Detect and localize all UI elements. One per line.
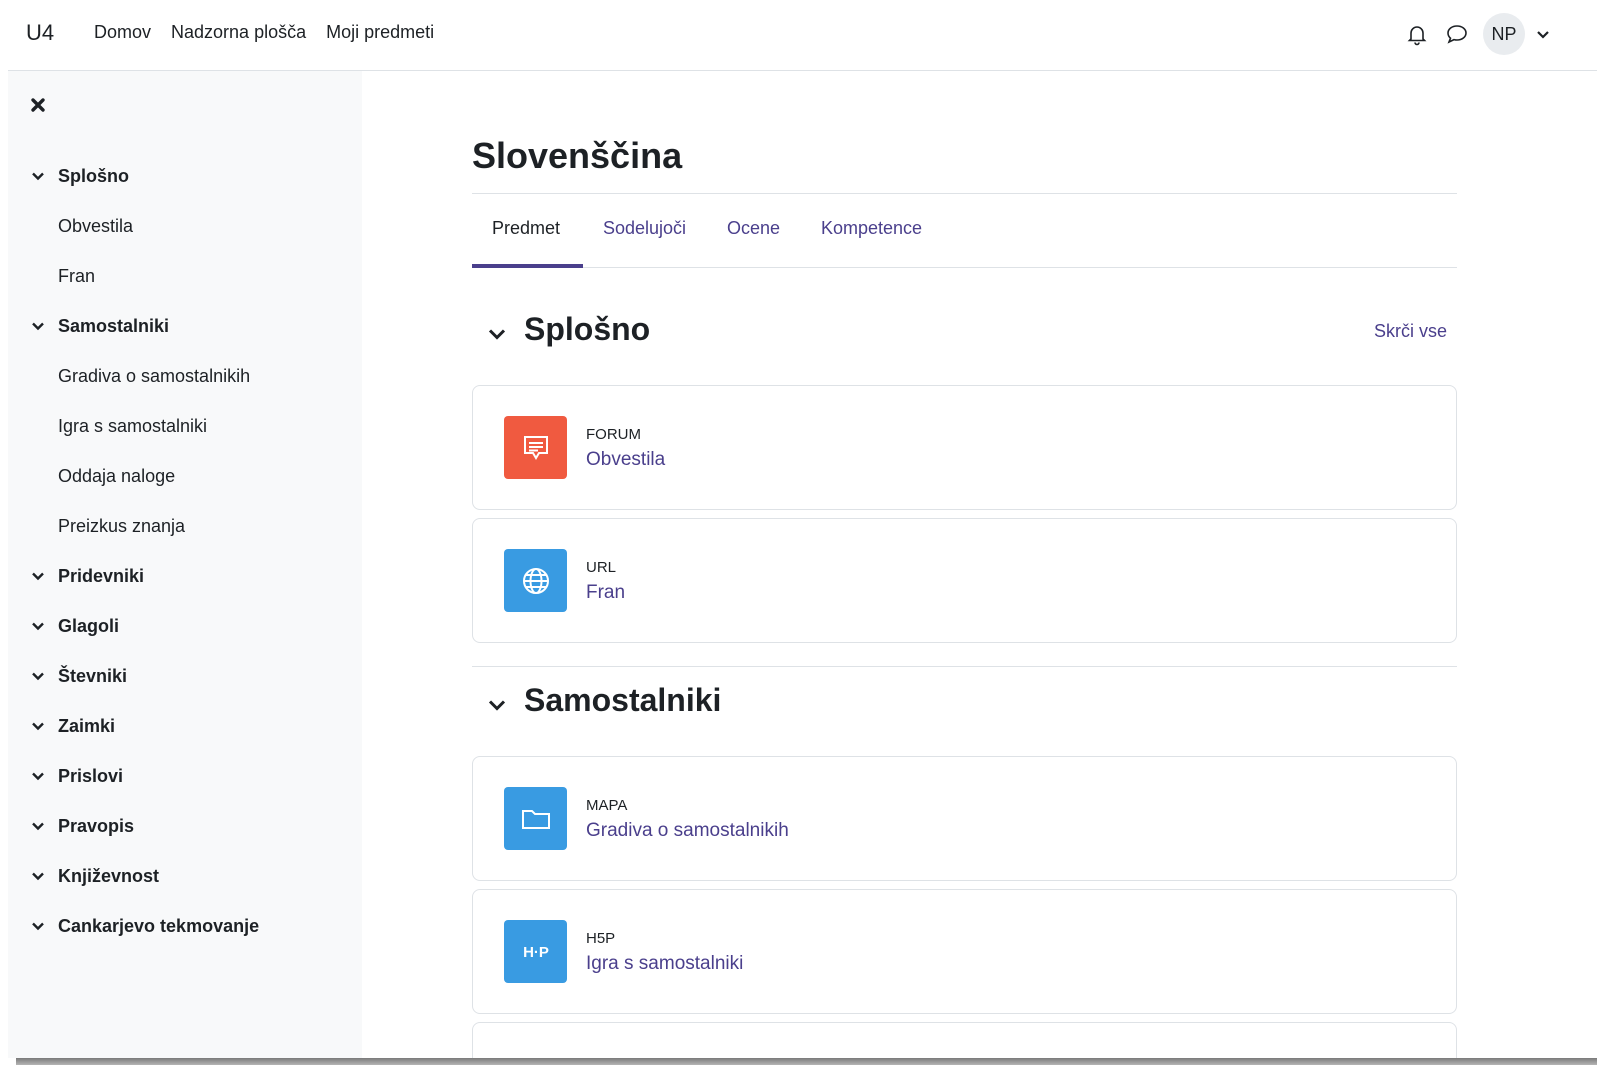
index-activity-obvestila[interactable]: Obvestila <box>8 201 362 251</box>
index-section-samostalniki[interactable]: Samostalniki <box>8 301 362 351</box>
index-section-stevniki[interactable]: Števniki <box>8 651 362 701</box>
course-tabs: Predmet Sodelujoči Ocene Kompetence <box>472 194 1457 268</box>
chevron-down-icon[interactable] <box>1535 26 1551 42</box>
section-title[interactable]: Samostalniki <box>524 682 721 719</box>
bell-icon[interactable] <box>1405 22 1429 46</box>
course-index: Splošno Obvestila Fran Samostalniki Grad… <box>8 151 362 951</box>
section-header-splosno: Splošno Skrči vse <box>472 305 1457 355</box>
chevron-down-icon[interactable] <box>30 318 46 334</box>
globe-icon <box>504 549 567 612</box>
section-title[interactable]: Splošno <box>524 311 650 348</box>
tab-ocene[interactable]: Ocene <box>727 218 780 239</box>
index-activity-label[interactable]: Obvestila <box>58 216 133 237</box>
section-header-samostalniki: Samostalniki <box>472 676 1457 726</box>
chevron-down-icon[interactable] <box>486 694 508 716</box>
section-divider <box>472 666 1457 667</box>
index-section-knjizevnost[interactable]: Književnost <box>8 851 362 901</box>
primary-navigation: Domov Nadzorna plošča Moji predmeti <box>94 22 434 43</box>
window-bottom-edge <box>16 1058 1597 1065</box>
index-activity-preizkus[interactable]: Preizkus znanja <box>8 501 362 551</box>
activity-type: URL <box>586 559 617 576</box>
chevron-down-icon[interactable] <box>30 818 46 834</box>
chevron-down-icon[interactable] <box>30 718 46 734</box>
chat-bubble-icon[interactable] <box>1445 22 1469 46</box>
activity-card-forum: FORUM Obvestila <box>472 385 1457 510</box>
index-section-cankarjevo[interactable]: Cankarjevo tekmovanje <box>8 901 362 951</box>
index-section-label[interactable]: Prislovi <box>58 766 123 787</box>
user-tools: NP <box>1397 12 1597 58</box>
collapse-all-link[interactable]: Skrči vse <box>1374 321 1447 342</box>
chevron-down-icon[interactable] <box>30 768 46 784</box>
page-title: Slovenščina <box>472 135 683 176</box>
activity-link[interactable]: Fran <box>586 582 625 604</box>
index-section-zaimki[interactable]: Zaimki <box>8 701 362 751</box>
index-activity-label[interactable]: Gradiva o samostalnikih <box>58 366 250 387</box>
site-brand[interactable]: U4 <box>26 20 54 46</box>
index-activity-oddaja[interactable]: Oddaja naloge <box>8 451 362 501</box>
activity-card-folder: MAPA Gradiva o samostalnikih <box>472 756 1457 881</box>
index-activity-igra[interactable]: Igra s samostalniki <box>8 401 362 451</box>
chevron-down-icon[interactable] <box>30 918 46 934</box>
index-activity-label[interactable]: Preizkus znanja <box>58 516 185 537</box>
chevron-down-icon[interactable] <box>30 668 46 684</box>
chevron-down-icon[interactable] <box>30 618 46 634</box>
chevron-down-icon[interactable] <box>30 168 46 184</box>
activity-type: MAPA <box>586 797 628 814</box>
active-tab-indicator <box>472 264 583 268</box>
svg-text:H·P: H·P <box>523 944 549 961</box>
chevron-down-icon[interactable] <box>30 868 46 884</box>
index-section-label[interactable]: Pridevniki <box>58 566 144 587</box>
top-navbar: U4 Domov Nadzorna plošča Moji predmeti N… <box>8 0 1597 71</box>
tab-kompetence[interactable]: Kompetence <box>821 218 922 239</box>
index-activity-fran[interactable]: Fran <box>8 251 362 301</box>
activity-card-h5p: H·P H5P Igra s samostalniki <box>472 889 1457 1014</box>
index-section-label[interactable]: Glagoli <box>58 616 119 637</box>
activity-link[interactable]: Obvestila <box>586 449 665 471</box>
course-index-drawer: Splošno Obvestila Fran Samostalniki Grad… <box>8 71 362 1058</box>
index-section-label[interactable]: Zaimki <box>58 716 115 737</box>
nav-link-my-courses[interactable]: Moji predmeti <box>326 22 434 43</box>
tab-predmet[interactable]: Predmet <box>492 218 560 239</box>
index-section-label[interactable]: Števniki <box>58 666 127 687</box>
index-activity-gradiva[interactable]: Gradiva o samostalnikih <box>8 351 362 401</box>
tab-sodelujoci[interactable]: Sodelujoči <box>603 218 686 239</box>
index-section-glagoli[interactable]: Glagoli <box>8 601 362 651</box>
index-section-pravopis[interactable]: Pravopis <box>8 801 362 851</box>
index-section-label[interactable]: Samostalniki <box>58 316 169 337</box>
activity-link[interactable]: Gradiva o samostalnikih <box>586 820 789 842</box>
index-section-pridevniki[interactable]: Pridevniki <box>8 551 362 601</box>
index-activity-label[interactable]: Oddaja naloge <box>58 466 175 487</box>
activity-type: H5P <box>586 930 616 947</box>
activity-type: FORUM <box>586 426 641 443</box>
index-section-label[interactable]: Splošno <box>58 166 129 187</box>
index-section-prislovi[interactable]: Prislovi <box>8 751 362 801</box>
nav-link-home[interactable]: Domov <box>94 22 151 43</box>
index-section-label[interactable]: Pravopis <box>58 816 134 837</box>
activity-card-url: URL Fran <box>472 518 1457 643</box>
chevron-down-icon[interactable] <box>30 568 46 584</box>
index-activity-label[interactable]: Igra s samostalniki <box>58 416 207 437</box>
index-section-label[interactable]: Cankarjevo tekmovanje <box>58 916 259 937</box>
activity-link[interactable]: Igra s samostalniki <box>586 953 743 975</box>
avatar[interactable]: NP <box>1483 13 1525 55</box>
index-section-splosno[interactable]: Splošno <box>8 151 362 201</box>
forum-icon <box>504 416 567 479</box>
chevron-down-icon[interactable] <box>486 323 508 345</box>
close-icon[interactable] <box>30 97 46 113</box>
index-section-label[interactable]: Književnost <box>58 866 159 887</box>
index-activity-label[interactable]: Fran <box>58 266 95 287</box>
folder-icon <box>504 787 567 850</box>
h5p-icon: H·P <box>504 920 567 983</box>
nav-link-dashboard[interactable]: Nadzorna plošča <box>171 22 306 43</box>
